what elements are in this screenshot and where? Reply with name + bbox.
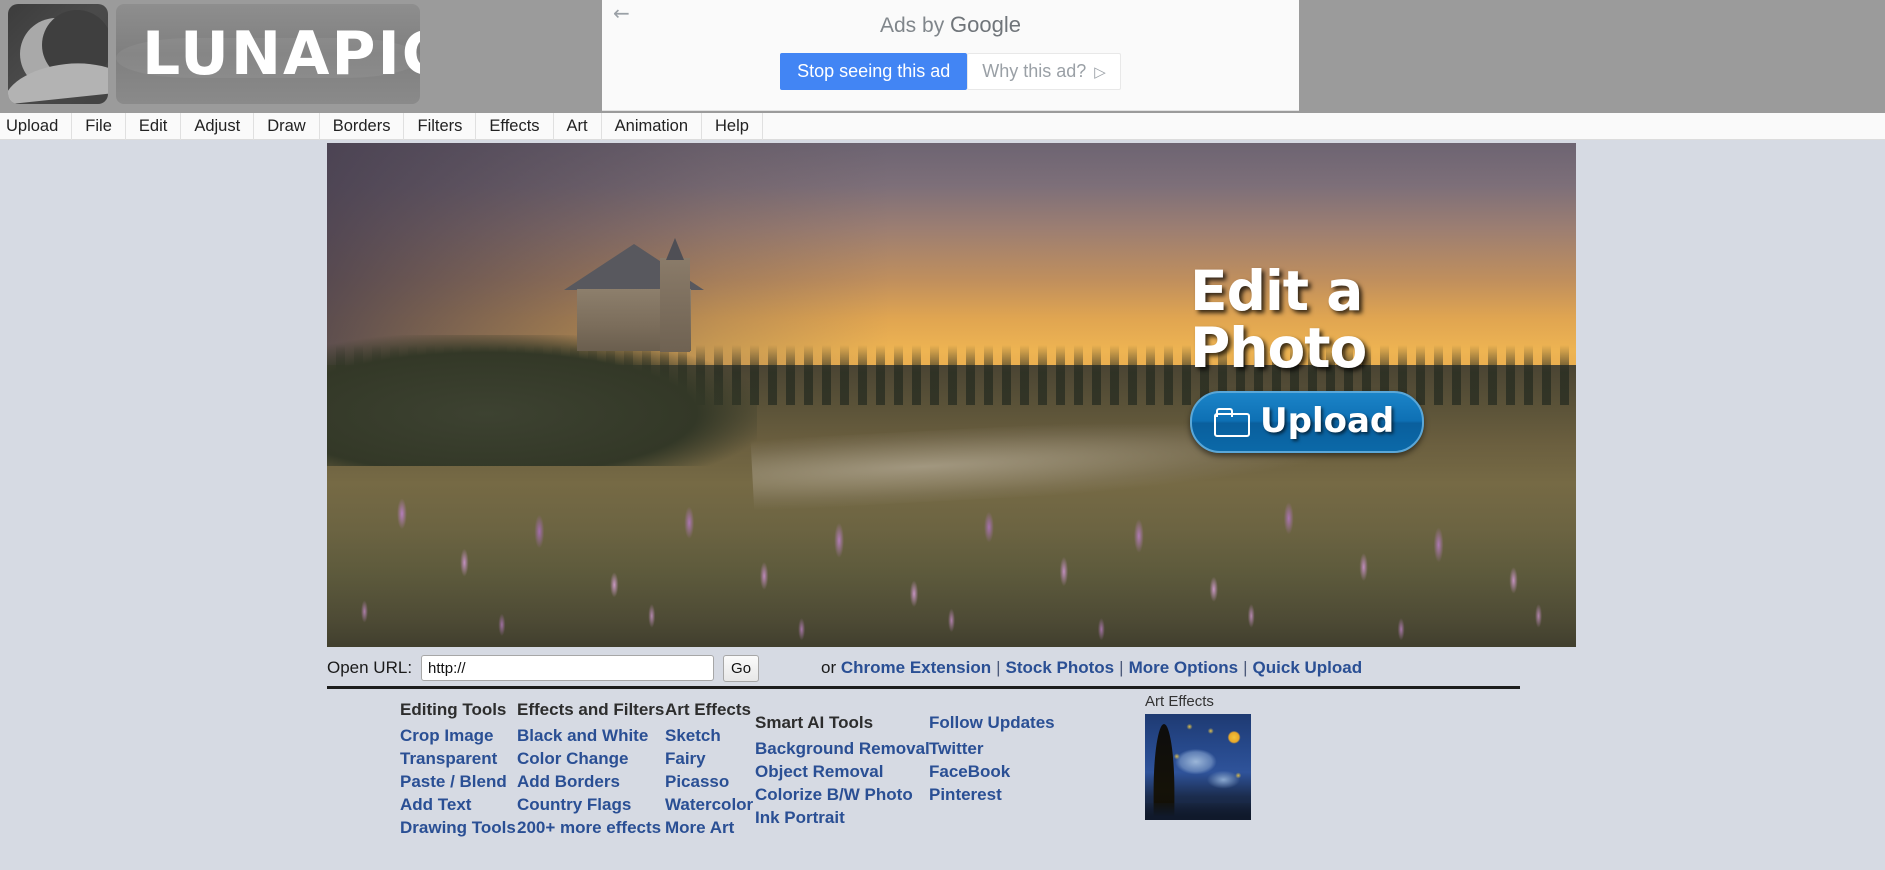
open-url-label: Open URL: xyxy=(327,658,413,677)
footer-link-sketch[interactable]: Sketch xyxy=(665,724,753,747)
footer-link-drawing-tools[interactable]: Drawing Tools xyxy=(400,816,516,839)
footer-link-more-art[interactable]: More Art xyxy=(665,816,753,839)
link-stock-photos[interactable]: Stock Photos xyxy=(1006,658,1115,677)
link-quick-upload[interactable]: Quick Upload xyxy=(1253,658,1363,677)
play-triangle-icon: ▷ xyxy=(1094,63,1106,81)
menu-item-adjust[interactable]: Adjust xyxy=(181,112,255,140)
footer-link-pinterest[interactable]: Pinterest xyxy=(929,783,1055,806)
art-effects-thumbnail-block[interactable]: Art Effects xyxy=(1145,693,1251,820)
hero-banner-image[interactable]: Edit a Photo Upload xyxy=(327,143,1576,647)
footer-link-crop-image[interactable]: Crop Image xyxy=(400,724,516,747)
menu-item-borders[interactable]: Borders xyxy=(320,112,405,140)
footer-link-add-text[interactable]: Add Text xyxy=(400,793,516,816)
quick-links-group: or Chrome Extension | Stock Photos | More Op… xyxy=(821,658,1362,678)
top-banner-bar: LUNAPIC ← Ads by Google Stop seeing this… xyxy=(0,0,1885,113)
footer-heading-follow-updates[interactable]: Follow Updates xyxy=(929,713,1055,733)
hero-title: Edit a Photo xyxy=(1190,263,1550,377)
go-button[interactable]: Go xyxy=(723,654,760,682)
footer-column-effects-and-filters: Effects and Filters Black and White Colo… xyxy=(517,700,664,839)
why-this-ad-button[interactable]: Why this ad? ▷ xyxy=(967,53,1121,90)
ads-by-google-label: Ads by Google xyxy=(602,12,1299,38)
hero-stone-church xyxy=(564,237,705,354)
menu-item-help[interactable]: Help xyxy=(702,112,763,140)
footer-column-smart-ai-tools: Smart AI Tools Background Removal Object… xyxy=(755,713,930,829)
footer-link-more-effects[interactable]: 200+ more effects xyxy=(517,816,664,839)
menu-item-art[interactable]: Art xyxy=(554,112,602,140)
footer-link-color-change[interactable]: Color Change xyxy=(517,747,664,770)
or-text: or xyxy=(821,658,841,677)
footer-link-black-and-white[interactable]: Black and White xyxy=(517,724,664,747)
footer-heading-smart-ai-tools: Smart AI Tools xyxy=(755,713,874,732)
footer-heading-editing-tools: Editing Tools xyxy=(400,700,507,719)
menu-item-animation[interactable]: Animation xyxy=(602,112,703,140)
crescent-moon-icon xyxy=(8,4,108,104)
menu-item-draw[interactable]: Draw xyxy=(254,112,320,140)
footer-link-columns: Editing Tools Crop Image Transparent Pas… xyxy=(327,693,1827,860)
main-menu-bar: Upload File Edit Adjust Draw Borders Fil… xyxy=(0,112,1885,140)
footer-heading-art-effects: Art Effects xyxy=(665,700,751,719)
menu-item-edit[interactable]: Edit xyxy=(126,112,182,140)
footer-link-country-flags[interactable]: Country Flags xyxy=(517,793,664,816)
footer-link-add-borders[interactable]: Add Borders xyxy=(517,770,664,793)
footer-column-editing-tools: Editing Tools Crop Image Transparent Pas… xyxy=(400,700,516,839)
menu-item-file[interactable]: File xyxy=(72,112,126,140)
hero-title-line1: Edit a xyxy=(1190,259,1363,323)
hero-upload-label: Upload xyxy=(1260,401,1395,441)
footer-link-picasso[interactable]: Picasso xyxy=(665,770,753,793)
section-divider xyxy=(327,686,1520,689)
link-separator-1: | xyxy=(996,658,1001,677)
footer-link-ink-portrait[interactable]: Ink Portrait xyxy=(755,806,930,829)
google-ad-panel: ← Ads by Google Stop seeing this ad Why … xyxy=(602,0,1299,111)
hero-overlay: Edit a Photo Upload xyxy=(1190,263,1550,453)
page-content: Edit a Photo Upload Open URL: Go or Chro… xyxy=(0,140,1885,870)
hero-upload-button[interactable]: Upload xyxy=(1190,391,1425,453)
footer-column-follow-updates: Follow Updates Twitter FaceBook Pinteres… xyxy=(929,713,1055,806)
logo-text: LUNAPIC xyxy=(142,19,420,89)
link-separator-2: | xyxy=(1119,658,1124,677)
stop-seeing-this-ad-button[interactable]: Stop seeing this ad xyxy=(780,53,968,90)
starry-night-thumbnail[interactable] xyxy=(1145,714,1251,820)
footer-link-fairy[interactable]: Fairy xyxy=(665,747,753,770)
folder-icon xyxy=(1214,408,1250,437)
ad-button-group: Stop seeing this ad Why this ad? ▷ xyxy=(602,53,1299,90)
hero-lupine-flowers xyxy=(327,425,1576,647)
link-separator-3: | xyxy=(1243,658,1248,677)
footer-link-watercolor[interactable]: Watercolor xyxy=(665,793,753,816)
footer-link-transparent[interactable]: Transparent xyxy=(400,747,516,770)
footer-link-background-removal[interactable]: Background Removal xyxy=(755,737,930,760)
footer-heading-effects-and-filters: Effects and Filters xyxy=(517,700,665,719)
footer-link-paste-blend[interactable]: Paste / Blend xyxy=(400,770,516,793)
lunapic-logo[interactable]: LUNAPIC xyxy=(8,4,420,104)
footer-link-twitter[interactable]: Twitter xyxy=(929,737,1055,760)
open-url-row: Open URL: Go or Chrome Extension|Stock P… xyxy=(327,651,1576,685)
footer-link-object-removal[interactable]: Object Removal xyxy=(755,760,930,783)
footer-link-facebook[interactable]: FaceBook xyxy=(929,760,1055,783)
menu-item-filters[interactable]: Filters xyxy=(404,112,477,140)
open-url-input[interactable] xyxy=(421,655,715,681)
menu-item-upload[interactable]: Upload xyxy=(0,112,73,140)
logo-wordmark-panel: LUNAPIC xyxy=(116,4,420,104)
link-more-options[interactable]: More Options xyxy=(1129,658,1239,677)
art-effects-thumbnail-caption: Art Effects xyxy=(1145,693,1214,710)
footer-column-art-effects: Art Effects Sketch Fairy Picasso Waterco… xyxy=(665,700,753,839)
link-chrome-extension[interactable]: Chrome Extension xyxy=(841,658,991,677)
ads-by-prefix: Ads by xyxy=(880,14,951,37)
menu-item-effects[interactable]: Effects xyxy=(476,112,554,140)
why-this-ad-label: Why this ad? xyxy=(982,61,1087,81)
hero-title-line2: Photo xyxy=(1190,316,1367,380)
footer-link-colorize-bw-photo[interactable]: Colorize B/W Photo xyxy=(755,783,930,806)
google-wordmark: Google xyxy=(950,12,1021,37)
